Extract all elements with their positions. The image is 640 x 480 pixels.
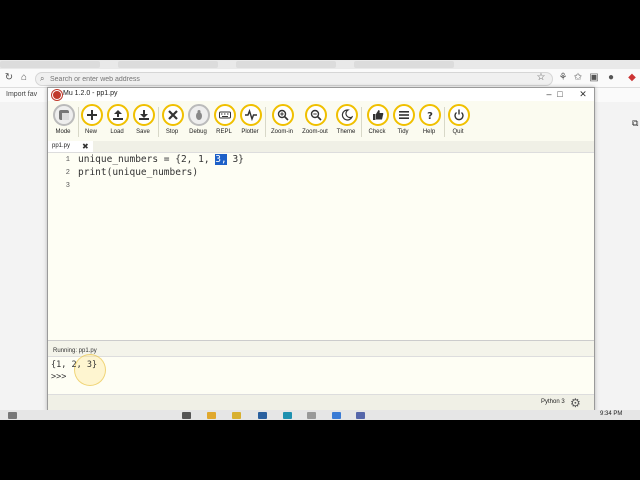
- keyboard-icon: [219, 111, 231, 119]
- taskbar-app-icon[interactable]: [182, 412, 191, 419]
- system-clock[interactable]: 9:34 PM: [600, 411, 622, 417]
- sidebar-toggle-icon[interactable]: ⧉: [632, 118, 638, 129]
- refresh-icon[interactable]: ↻: [3, 72, 15, 84]
- taskbar-app-icon[interactable]: [232, 412, 241, 419]
- edge-icon[interactable]: [283, 412, 292, 419]
- mu-app-icon: [52, 90, 62, 100]
- gear-icon[interactable]: ⚙: [570, 395, 581, 411]
- desktop-screen: ↻ ⌂ ⌕ ☆ ⚘ ✩ ▣ ● ◆ Import fav ⧉ Mu 1.2.0 …: [0, 60, 640, 420]
- code-editor[interactable]: 1 2 3 unique_numbers = {2, 1, 3, 3} prin…: [48, 153, 594, 340]
- zoom-out-button[interactable]: Zoom-out: [302, 104, 328, 140]
- thumbs-up-icon: [373, 110, 384, 120]
- address-input[interactable]: [50, 73, 530, 85]
- copilot-icon[interactable]: ◆: [626, 72, 638, 84]
- browser-tab[interactable]: [0, 61, 100, 68]
- quit-label: Quit: [452, 129, 464, 135]
- file-tab-name: pp1.py: [52, 143, 71, 149]
- repl-output-line: {1, 2, 3}: [51, 360, 98, 370]
- file-tab-strip: pp1.py ✖: [48, 141, 594, 153]
- code-text: 3}: [226, 154, 244, 165]
- close-window-button[interactable]: ✕: [572, 88, 594, 101]
- browser-tab[interactable]: [236, 61, 336, 68]
- code-line-1[interactable]: unique_numbers = {2, 1, 3, 3}: [78, 154, 244, 165]
- taskbar-app-icon[interactable]: [258, 412, 267, 419]
- line-number-gutter: 1 2 3: [48, 153, 78, 340]
- mode-icon: [59, 110, 69, 120]
- taskbar: 9:34 PM: [0, 410, 640, 420]
- lines-icon: [399, 111, 409, 119]
- theme-button[interactable]: Theme: [333, 104, 359, 140]
- repl-pane-header: Running: pp1.py: [48, 340, 594, 357]
- code-text: unique_numbers = {2, 1,: [78, 154, 216, 165]
- plus-icon: [87, 110, 97, 120]
- favorites-icon[interactable]: ✩: [572, 72, 584, 84]
- line-number: 1: [65, 156, 70, 164]
- bug-icon: [196, 110, 202, 120]
- plotter-button[interactable]: Plotter: [237, 104, 263, 140]
- line-number: 3: [65, 182, 70, 190]
- status-bar: Python 3 ⚙: [48, 394, 594, 411]
- mode-indicator[interactable]: Python 3: [541, 399, 565, 405]
- selected-text: 3,: [215, 154, 227, 165]
- folder-icon[interactable]: [207, 412, 216, 419]
- star-icon[interactable]: ☆: [535, 72, 547, 84]
- code-line-2[interactable]: print(unique_numbers): [78, 167, 198, 178]
- home-icon[interactable]: ⌂: [18, 72, 30, 84]
- svg-text:?: ?: [427, 111, 433, 121]
- extensions-icon[interactable]: ⚘: [557, 72, 569, 84]
- cursor-highlight: [74, 354, 106, 386]
- browser-toolbar: ↻ ⌂ ⌕ ☆ ⚘ ✩ ▣ ● ◆: [0, 69, 640, 88]
- zoom-in-button[interactable]: Zoom-in: [269, 104, 295, 140]
- address-bar[interactable]: ⌕: [35, 72, 553, 86]
- quit-button[interactable]: Quit: [445, 104, 471, 140]
- moon-icon: [341, 109, 353, 121]
- window-title: Mu 1.2.0 - pp1.py: [63, 90, 118, 97]
- waveform-icon: [245, 109, 257, 121]
- question-icon: ?: [427, 111, 433, 121]
- bookmark-import-favorites[interactable]: Import fav: [6, 91, 37, 98]
- browser-tab-strip: [0, 60, 640, 69]
- profile-icon[interactable]: ●: [605, 72, 617, 84]
- start-icon[interactable]: [8, 412, 17, 419]
- line-number: 2: [65, 169, 70, 177]
- mu-editor-window: Mu 1.2.0 - pp1.py – □ ✕ Mode New Load Sa…: [47, 87, 595, 412]
- browser-tab[interactable]: [118, 61, 218, 68]
- download-icon: [139, 110, 149, 120]
- zoom-in-icon: [277, 109, 289, 121]
- maximize-button[interactable]: □: [549, 88, 571, 101]
- window-titlebar[interactable]: Mu 1.2.0 - pp1.py – □ ✕: [48, 88, 594, 101]
- power-icon: [454, 109, 464, 121]
- close-tab-icon[interactable]: ✖: [82, 141, 89, 152]
- browser-tab[interactable]: [354, 61, 454, 68]
- file-tab[interactable]: pp1.py ✖: [48, 141, 93, 152]
- repl-prompt[interactable]: >>>: [51, 372, 66, 382]
- taskbar-app-icon[interactable]: [332, 412, 341, 419]
- taskbar-app-icon[interactable]: [356, 412, 365, 419]
- collections-icon[interactable]: ▣: [588, 72, 600, 84]
- stop-x-icon: [168, 110, 178, 120]
- mu-toolbar: Mode New Load Save Stop Debug REPL Plott…: [48, 101, 594, 141]
- upload-icon: [113, 110, 123, 120]
- search-icon: ⌕: [40, 74, 45, 83]
- zoom-out-icon: [310, 109, 322, 121]
- taskbar-app-icon[interactable]: [307, 412, 316, 419]
